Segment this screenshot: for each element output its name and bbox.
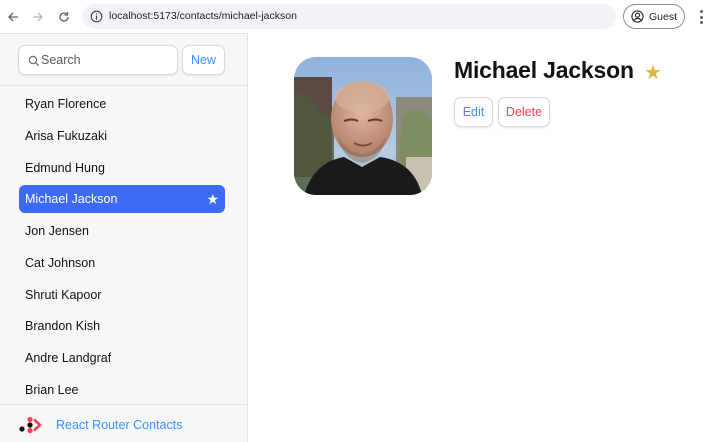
contact-detail: Michael Jackson ★ Edit Delete	[248, 33, 713, 442]
contact-name: Jon Jensen	[25, 224, 89, 238]
search-field[interactable]	[18, 45, 178, 75]
contact-item[interactable]: Shruti Kapoor	[19, 281, 225, 309]
forward-arrow-icon[interactable]	[28, 7, 48, 27]
contact-name: Brandon Kish	[25, 319, 101, 333]
address-bar[interactable]: localhost:5173/contacts/michael-jackson	[82, 4, 616, 29]
browser-menu-icon[interactable]	[696, 8, 706, 26]
contact-name: Ryan Florence	[25, 97, 107, 111]
contact-item-active[interactable]: Michael Jackson ★	[19, 185, 225, 213]
contact-name: Arisa Fukuzaki	[25, 129, 107, 143]
contact-name: Andre Landgraf	[25, 351, 112, 365]
new-contact-button[interactable]: New	[182, 45, 225, 75]
contact-title: Michael Jackson	[454, 57, 634, 83]
profile-button[interactable]: Guest	[623, 4, 685, 29]
url-text: localhost:5173/contacts/michael-jackson	[109, 10, 297, 22]
search-bar: New	[0, 34, 247, 86]
sidebar: New Ryan Florence Arisa Fukuzaki Edmund …	[0, 33, 248, 442]
browser-toolbar: localhost:5173/contacts/michael-jackson …	[0, 0, 713, 33]
contact-item[interactable]: Brandon Kish	[19, 312, 225, 340]
contact-item[interactable]: Ryan Florence	[19, 90, 225, 118]
edit-button[interactable]: Edit	[454, 97, 493, 127]
footer-link[interactable]: React Router Contacts	[56, 418, 182, 432]
delete-button[interactable]: Delete	[498, 97, 550, 127]
reload-icon[interactable]	[54, 7, 74, 27]
contact-item[interactable]: Cat Johnson	[19, 249, 225, 277]
contact-name: Cat Johnson	[25, 256, 96, 270]
search-input[interactable]	[41, 48, 173, 72]
react-router-logo-icon	[19, 416, 42, 434]
contact-item[interactable]: Edmund Hung	[19, 154, 225, 182]
site-info-icon[interactable]	[90, 10, 103, 23]
contact-item[interactable]: Arisa Fukuzaki	[19, 122, 225, 150]
favorite-star-icon[interactable]: ★	[644, 62, 662, 84]
back-arrow-icon[interactable]	[3, 7, 23, 27]
contact-avatar	[294, 57, 432, 195]
contact-item[interactable]: Andre Landgraf	[19, 344, 225, 372]
contact-item[interactable]: Brian Lee	[19, 376, 225, 404]
profile-icon	[631, 10, 644, 23]
contact-name: Brian Lee	[25, 383, 79, 397]
contact-name: Shruti Kapoor	[25, 288, 102, 302]
contact-item[interactable]: Jon Jensen	[19, 217, 225, 245]
sidebar-footer: React Router Contacts	[0, 404, 247, 442]
profile-label: Guest	[649, 10, 678, 23]
search-icon	[28, 55, 40, 67]
contact-name: Edmund Hung	[25, 161, 105, 175]
favorite-star-icon: ★	[206, 191, 219, 207]
contact-name: Michael Jackson	[25, 192, 118, 206]
